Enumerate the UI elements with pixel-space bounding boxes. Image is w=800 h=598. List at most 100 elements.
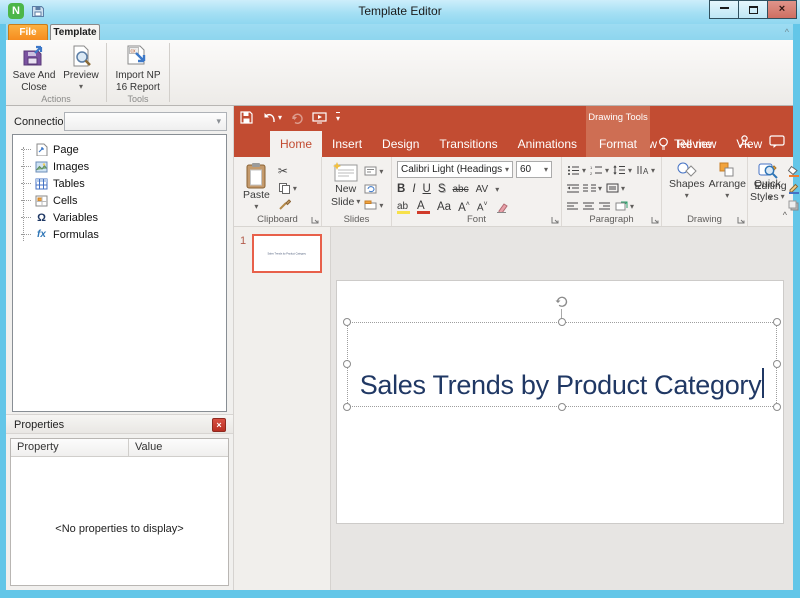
dropdown-arrow-icon: ▾	[628, 166, 632, 175]
clipboard-dialog-launcher[interactable]	[311, 216, 319, 224]
highlight-color-button[interactable]: ab	[397, 201, 410, 214]
decrease-indent-button[interactable]	[567, 180, 579, 196]
cut-button[interactable]: ✂	[278, 163, 297, 179]
ppt-redo-icon[interactable]	[291, 112, 303, 124]
resize-handle-w[interactable]	[343, 360, 351, 368]
copy-button[interactable]: ▾	[278, 180, 297, 196]
titlebar[interactable]: N Template Editor ×	[0, 0, 800, 24]
change-case-button[interactable]: Aa	[437, 201, 451, 213]
font-size-combobox[interactable]: 60 ▾	[516, 161, 552, 178]
paste-button[interactable]: Paste ▾	[239, 161, 274, 213]
bullets-button[interactable]: ▾	[567, 162, 586, 178]
dropdown-arrow-icon: ▾	[79, 82, 83, 91]
slide-1[interactable]: Sales Trends by Product Category	[337, 281, 783, 523]
ppt-save-icon[interactable]	[240, 111, 253, 124]
rotate-handle[interactable]	[554, 294, 569, 309]
italic-button[interactable]: I	[412, 183, 415, 195]
editing-button[interactable]: Editing ▾	[753, 163, 788, 203]
strikethrough-button[interactable]: abc	[453, 184, 469, 195]
properties-col-property[interactable]: Property	[11, 439, 129, 456]
tell-me-button[interactable]: Tell me	[658, 131, 712, 157]
grow-font-button[interactable]: A˄	[458, 201, 470, 214]
clear-formatting-button[interactable]	[495, 202, 508, 213]
properties-col-value[interactable]: Value	[129, 439, 162, 456]
tree-item-variables[interactable]: Ω Variables	[21, 209, 226, 226]
connection-combobox[interactable]: ▾	[64, 112, 227, 131]
powerpoint-ribbon-header: ▾ ▾ Home Insert Design Transitions Anima…	[234, 106, 793, 157]
align-text-button[interactable]: ▾	[606, 180, 625, 196]
reset-slide-button[interactable]	[364, 180, 383, 196]
dropdown-arrow-icon: ▾	[630, 202, 634, 211]
import-np16-button[interactable]: cx Import NP 16 Report	[110, 43, 166, 93]
slide-thumbnails-panel: 1 Sales Trends by Product Category	[234, 227, 331, 590]
resize-handle-s[interactable]	[558, 403, 566, 411]
character-spacing-button[interactable]: AV	[476, 184, 489, 195]
font-group: Calibri Light (Headings ▾ 60 ▾ B I U S a…	[392, 157, 562, 226]
slide-canvas[interactable]: Sales Trends by Product Category	[331, 227, 793, 590]
ppt-tab-home[interactable]: Home	[270, 131, 322, 157]
arrange-button[interactable]: Arrange ▾	[707, 161, 748, 213]
paragraph-dialog-launcher[interactable]	[651, 216, 659, 224]
preview-button[interactable]: Preview ▾	[60, 43, 102, 93]
ppt-tab-insert[interactable]: Insert	[322, 131, 372, 157]
font-name-combobox[interactable]: Calibri Light (Headings ▾	[397, 161, 513, 178]
underline-button[interactable]: U	[423, 183, 431, 195]
resize-handle-nw[interactable]	[343, 318, 351, 326]
numbering-button[interactable]: 12 ▾	[590, 162, 609, 178]
qat-customize-icon[interactable]: ▾	[336, 112, 340, 123]
tree-item-tables[interactable]: Tables	[21, 175, 226, 192]
align-right-button[interactable]	[599, 202, 610, 211]
close-button[interactable]: ×	[767, 0, 797, 19]
dropdown-arrow-icon: ▾	[582, 166, 586, 175]
resize-handle-n[interactable]	[558, 318, 566, 326]
font-color-button[interactable]: A	[417, 200, 430, 214]
slide-thumbnail-1[interactable]: Sales Trends by Product Category	[252, 234, 322, 273]
new-slide-button[interactable]: New Slide ▾	[327, 161, 364, 213]
resize-handle-ne[interactable]	[773, 318, 781, 326]
align-left-button[interactable]	[567, 202, 578, 211]
comments-icon[interactable]	[769, 135, 785, 149]
text-direction-button[interactable]: A ▾	[636, 162, 655, 178]
slide-title-text[interactable]: Sales Trends by Product Category	[360, 370, 762, 400]
dropdown-arrow-icon: ▾	[598, 184, 602, 193]
text-shadow-button[interactable]: S	[438, 183, 446, 195]
tree-item-images[interactable]: Images	[21, 158, 226, 175]
account-person-icon[interactable]	[737, 134, 752, 149]
resize-handle-e[interactable]	[773, 360, 781, 368]
ppt-undo-button[interactable]: ▾	[262, 112, 282, 123]
convert-smartart-button[interactable]: ▾	[615, 198, 634, 214]
title-textbox[interactable]: Sales Trends by Product Category	[347, 322, 777, 407]
maximize-button[interactable]	[738, 0, 768, 19]
align-center-button[interactable]	[583, 202, 594, 211]
line-spacing-button[interactable]: ▾	[613, 162, 632, 178]
tree-item-cells[interactable]: Cells	[21, 192, 226, 209]
minimize-button[interactable]	[709, 0, 739, 19]
ppt-start-slideshow-icon[interactable]	[312, 112, 327, 124]
shrink-font-button[interactable]: A˅	[477, 201, 488, 213]
bold-button[interactable]: B	[397, 183, 405, 195]
ppt-tab-animations[interactable]: Animations	[508, 131, 587, 157]
tab-file[interactable]: File	[8, 24, 48, 40]
columns-button[interactable]: ▾	[583, 180, 602, 196]
ppt-tab-format[interactable]: Format	[586, 131, 650, 157]
tree-item-page[interactable]: Page	[21, 141, 226, 158]
tree-item-formulas[interactable]: fx Formulas	[21, 226, 226, 243]
resize-handle-se[interactable]	[773, 403, 781, 411]
drawing-dialog-launcher[interactable]	[737, 216, 745, 224]
collapse-ribbon-icon[interactable]: ^	[783, 210, 787, 220]
svg-text:2: 2	[590, 171, 593, 175]
cells-icon	[34, 194, 49, 208]
shapes-button[interactable]: Shapes ▾	[667, 161, 707, 213]
slide-layout-button[interactable]: ▾	[364, 163, 383, 179]
font-dialog-launcher[interactable]	[551, 216, 559, 224]
ppt-tab-transitions[interactable]: Transitions	[429, 131, 507, 157]
minimize-ribbon-icon[interactable]: ^	[785, 27, 789, 37]
save-and-close-button[interactable]: Save And Close	[8, 43, 60, 93]
tab-template[interactable]: Template	[50, 24, 100, 40]
format-painter-button[interactable]	[278, 197, 297, 213]
align-text-icon	[606, 183, 619, 193]
section-button[interactable]: ▾	[364, 197, 383, 213]
ppt-tab-design[interactable]: Design	[372, 131, 429, 157]
properties-close-button[interactable]: ×	[212, 418, 226, 432]
resize-handle-sw[interactable]	[343, 403, 351, 411]
